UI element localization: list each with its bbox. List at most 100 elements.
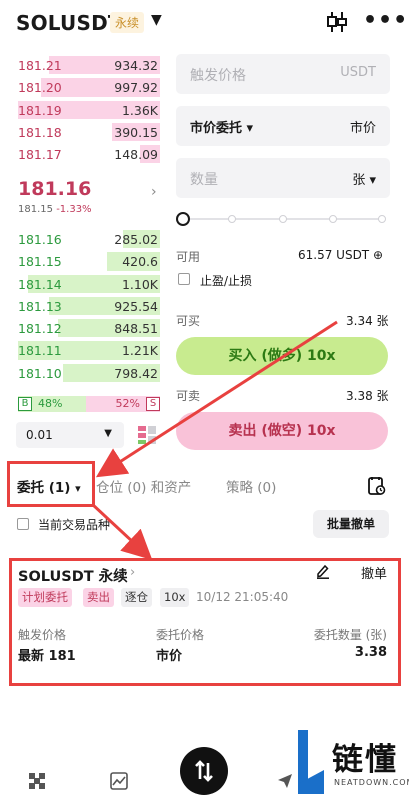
ask-quantity: 997.92 (114, 80, 158, 96)
watermark: 链懂 NEATDOWN.COM (294, 722, 409, 799)
order-type-label: 市价委托 ▾ (190, 121, 254, 136)
bid-quantity: 848.51 (114, 321, 158, 337)
quantity-slider[interactable] (176, 212, 388, 226)
current-symbol-label: 当前交易品种 (38, 518, 111, 532)
last-price: 181.16 (18, 178, 92, 200)
bid-row[interactable]: 181.10 798.42 (0, 362, 170, 384)
bid-row[interactable]: 181.11 1.21K (0, 339, 170, 361)
buy-long-button[interactable]: 买入 (做多) 10x (176, 337, 388, 375)
mark-price: 181.15 (18, 204, 53, 215)
plan-order-badge: 计划委托 (18, 588, 72, 607)
ask-price: 181.17 (18, 147, 62, 163)
slider-step-75[interactable] (329, 215, 337, 223)
price-change: -1.33% (56, 204, 92, 215)
bid-row[interactable]: 181.14 1.10K (0, 273, 170, 295)
bid-row[interactable]: 181.15 420.6 (0, 250, 170, 272)
ask-quantity: 390.15 (114, 124, 158, 140)
order-book-bids: 181.16 285.02 181.15 420.6 181.14 1.10K 181.13… (0, 228, 170, 384)
swap-arrows-icon (195, 760, 213, 782)
chart-icon[interactable] (110, 772, 128, 790)
orderbook-layout-icon[interactable] (136, 424, 158, 446)
order-type-price: 市价 (349, 121, 376, 136)
available-value[interactable]: 61.57 USDT ⊕ (298, 248, 383, 262)
ask-row[interactable]: 181.19 1.36K (0, 99, 170, 121)
bid-quantity: 925.54 (114, 298, 158, 314)
order-book: 181.21 934.32 181.20 997.92 181.19 1.36K 181.1… (0, 54, 170, 165)
bid-row[interactable]: 181.16 285.02 (0, 228, 170, 250)
slider-step-50[interactable] (279, 215, 287, 223)
symbol-dropdown-icon[interactable]: ▼ (151, 12, 162, 28)
ask-price: 181.21 (18, 58, 62, 73)
tab-strategy[interactable]: 策略 (0) (226, 476, 276, 496)
slider-step-100[interactable] (378, 215, 386, 223)
chevron-down-icon: ▼ (104, 428, 112, 439)
order-qty-value: 3.38 (354, 645, 387, 660)
ask-price: 181.20 (18, 80, 62, 96)
ask-row[interactable]: 181.20 997.92 (0, 76, 170, 98)
symbol-title[interactable]: SOLUSDT (16, 11, 122, 35)
sell-ratio-label: S (146, 397, 160, 411)
available-label: 可用 (176, 250, 201, 264)
sell-ratio-value: 52% (115, 397, 140, 410)
last-price-block: 181.16 181.15 -1.33% (18, 178, 92, 215)
order-price-value: 市价 (156, 649, 183, 664)
quantity-placeholder: 数量 (190, 172, 218, 188)
precision-select[interactable]: 0.01 ▼ (16, 422, 124, 448)
order-type-select[interactable]: 市价委托 ▾ 市价 (176, 106, 390, 146)
candlestick-chart-icon[interactable] (326, 10, 348, 34)
bid-quantity: 798.42 (114, 365, 158, 381)
quantity-unit-select[interactable]: 张 ▾ (352, 169, 376, 188)
bulk-cancel-button[interactable]: 批量撤单 (313, 510, 389, 538)
bid-row[interactable]: 181.13 925.54 (0, 295, 170, 317)
cancel-order-button[interactable]: 撤单 (361, 563, 387, 582)
ask-row[interactable]: 181.18 390.15 (0, 121, 170, 143)
bid-quantity: 285.02 (114, 232, 158, 247)
bid-price: 181.14 (18, 276, 62, 292)
slider-step-25[interactable] (228, 215, 236, 223)
grid-icon[interactable] (28, 772, 46, 790)
current-symbol-checkbox[interactable] (17, 518, 29, 530)
bid-price: 181.13 (18, 298, 62, 314)
order-time: 10/12 21:05:40 (196, 590, 289, 604)
quantity-input[interactable]: 数量 张 ▾ (176, 158, 390, 198)
order-symbol[interactable]: SOLUSDT 永续 (18, 565, 128, 586)
tab-orders-caret: ▾ (75, 482, 81, 495)
chevron-right-icon[interactable]: › (151, 184, 157, 200)
precision-value: 0.01 (26, 428, 53, 442)
trigger-price-placeholder: 触发价格 (190, 68, 246, 84)
edit-icon[interactable] (316, 563, 330, 579)
ask-row[interactable]: 181.17 148.09 (0, 143, 170, 165)
trade-toggle-button[interactable] (180, 747, 228, 795)
bid-row[interactable]: 181.12 848.51 (0, 317, 170, 339)
watermark-logo-icon (298, 730, 324, 794)
ask-quantity: 148.09 (114, 147, 158, 163)
tab-orders-label: 委托 (1) (17, 480, 71, 496)
bid-price: 181.12 (18, 321, 62, 337)
header: SOLUSDT 永续 ▼ ••• (0, 0, 409, 46)
slider-knob[interactable] (176, 212, 190, 226)
chevron-right-icon[interactable]: › (130, 565, 135, 580)
ask-row[interactable]: 181.21 934.32 (0, 54, 170, 76)
tab-positions[interactable]: 仓位 (0) 和资产 (96, 476, 191, 496)
mark-price-line: 181.15 -1.33% (18, 204, 92, 215)
side-badge: 卖出 (83, 588, 114, 607)
bid-price: 181.16 (18, 232, 62, 247)
open-order-card[interactable]: SOLUSDT 永续 › 撤单 计划委托 卖出 逐仓 10x 10/12 21:… (10, 559, 401, 685)
sell-short-button[interactable]: 卖出 (做空) 10x (176, 412, 388, 450)
bid-quantity: 1.10K (121, 276, 158, 292)
trigger-price-label: 触发价格 (18, 628, 67, 642)
trigger-price-input[interactable]: 触发价格 USDT (176, 54, 390, 94)
can-sell-value: 3.38 张 (346, 389, 389, 403)
can-buy-label: 可买 (176, 314, 201, 328)
leverage-badge: 10x (160, 588, 190, 607)
bid-price: 181.15 (18, 254, 62, 270)
bid-quantity: 420.6 (122, 254, 158, 270)
send-icon[interactable] (276, 772, 294, 790)
tpsl-checkbox[interactable] (178, 273, 190, 285)
watermark-site: NEATDOWN.COM (334, 778, 409, 787)
more-menu-icon[interactable]: ••• (363, 8, 408, 33)
order-history-icon[interactable] (368, 476, 386, 496)
tpsl-label: 止盈/止损 (200, 274, 253, 288)
ask-quantity: 934.32 (114, 58, 158, 73)
tab-orders[interactable]: 委托 (1) ▾ (17, 476, 81, 496)
